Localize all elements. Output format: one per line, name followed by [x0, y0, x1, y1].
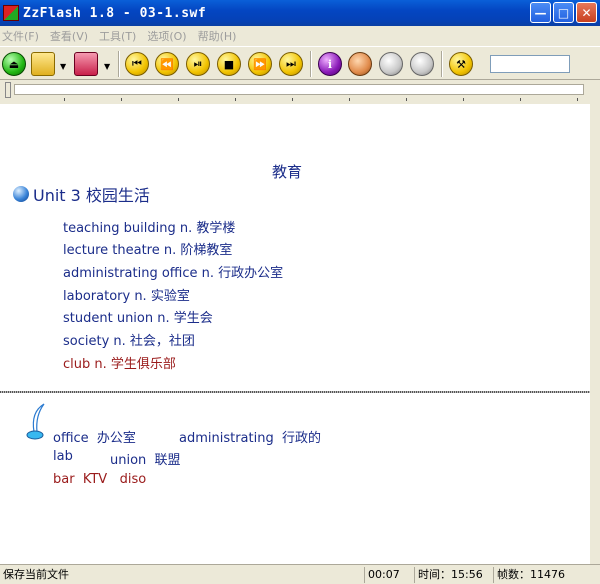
lower-word-union: union 联盟 [110, 453, 181, 468]
save-disk-icon[interactable] [74, 52, 98, 76]
seek-tick [463, 98, 464, 101]
menu-tools[interactable]: 工具(T) [97, 28, 141, 44]
close-button[interactable]: ✕ [576, 2, 597, 23]
face-icon[interactable] [348, 52, 372, 76]
first-frame-icon[interactable]: ⏮ [125, 52, 149, 76]
seek-tick [121, 98, 122, 101]
unit-title: Unit 3 校园生活 [33, 186, 150, 205]
title-bar: ZzFlash 1.8 - 03-1.swf — □ ✕ [0, 0, 600, 26]
maximize-button[interactable]: □ [553, 2, 574, 23]
status-message: 保存当前文件 [3, 568, 69, 581]
menu-help[interactable]: 帮助(H) [196, 28, 242, 44]
vocab-item: society n. 社会，社团 [63, 334, 195, 349]
open-folder-icon[interactable] [31, 52, 55, 76]
lower-word-administrating: administrating 行政的 [179, 431, 321, 446]
status-position: 00:07 [364, 567, 400, 583]
tools-icon[interactable] [410, 52, 434, 76]
content-divider [0, 391, 590, 393]
minimize-button[interactable]: — [530, 2, 551, 23]
vocab-item: club n. 学生俱乐部 [63, 357, 176, 372]
seek-tick [292, 98, 293, 101]
play-pause-icon[interactable]: ⏯ [186, 52, 210, 76]
menu-bar: 文件(F) 查看(V) 工具(T) 选项(O) 帮助(H) [0, 26, 600, 45]
seek-bar [0, 80, 600, 104]
flash-stage: 教育 Unit 3 校园生活 teaching building n. 教学楼 … [0, 104, 590, 564]
menu-file[interactable]: 文件(F) [0, 28, 44, 44]
capture-icon[interactable] [379, 52, 403, 76]
stop-icon[interactable]: ■ [217, 52, 241, 76]
seek-thumb[interactable] [5, 82, 11, 98]
quill-pen-icon [26, 403, 45, 440]
status-frames: 帧数：11476 [493, 567, 565, 583]
seek-tick [64, 98, 65, 101]
lower-word-office: office 办公室 [53, 431, 136, 446]
seek-tick [577, 98, 578, 101]
page-title: 教育 [272, 163, 303, 181]
status-time: 时间：15:56 [414, 567, 483, 583]
seek-tick [178, 98, 179, 101]
vocab-item: lecture theatre n. 阶梯教室 [63, 243, 233, 258]
vocab-item: teaching building n. 教学楼 [63, 221, 236, 236]
seek-tick [235, 98, 236, 101]
info-icon[interactable]: i [318, 52, 342, 76]
seek-track[interactable] [14, 84, 584, 95]
window-controls: — □ ✕ [530, 2, 597, 23]
lower-word-bar: bar KTV diso [53, 472, 147, 487]
vocab-item: laboratory n. 实验室 [63, 289, 190, 304]
seek-tick [520, 98, 521, 101]
save-dropdown-icon[interactable]: ▼ [104, 62, 110, 71]
toolbar-separator [118, 51, 120, 77]
seek-tick [349, 98, 350, 101]
vocab-item: administrating office n. 行政办公室 [63, 266, 284, 281]
stage-right-edge [590, 104, 600, 564]
lower-word-lab: lab [53, 449, 73, 464]
app-icon [3, 5, 19, 21]
toolbar-separator [310, 51, 312, 77]
volume-field[interactable] [490, 55, 570, 73]
globe-bullet-icon [13, 186, 29, 202]
toolbar-separator [441, 51, 443, 77]
toolbar: ⏏ ▼ ▼ ⏮ ⏪ ⏯ ■ ⏩ ⏭ i ⚒ [0, 46, 600, 80]
fast-forward-icon[interactable]: ⏩ [248, 52, 272, 76]
menu-view[interactable]: 查看(V) [48, 28, 93, 44]
hammer-icon[interactable]: ⚒ [449, 52, 473, 76]
window-title: ZzFlash 1.8 - 03-1.swf [23, 5, 207, 21]
menu-options[interactable]: 选项(O) [145, 28, 191, 44]
vocab-item: student union n. 学生会 [63, 311, 213, 326]
status-bar: 保存当前文件 00:07 时间：15:56 帧数：11476 [0, 564, 600, 584]
last-frame-icon[interactable]: ⏭ [279, 52, 303, 76]
seek-tick [406, 98, 407, 101]
rewind-icon[interactable]: ⏪ [155, 52, 179, 76]
open-dropdown-icon[interactable]: ▼ [60, 62, 66, 71]
eject-icon[interactable]: ⏏ [2, 52, 26, 76]
